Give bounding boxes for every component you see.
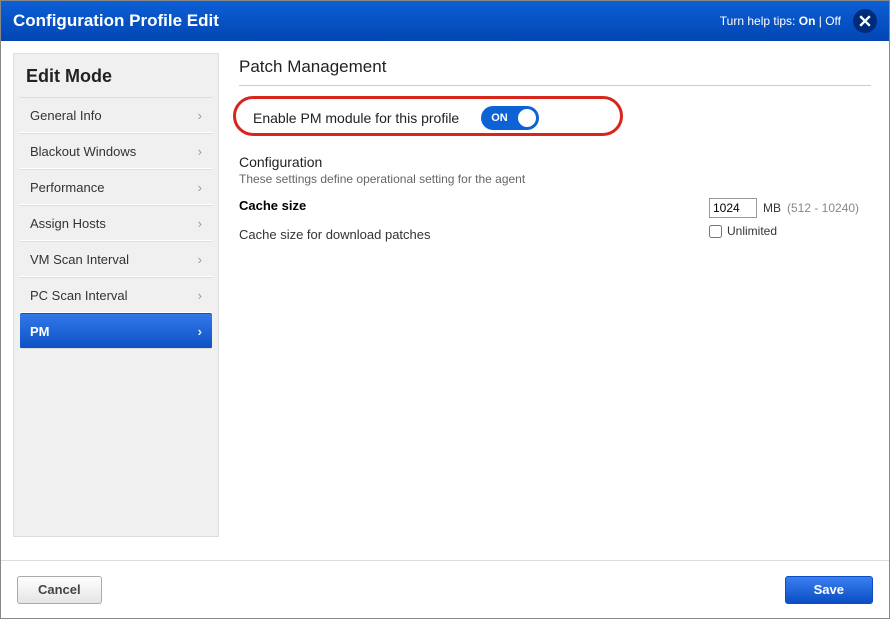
sidebar-item-label: VM Scan Interval — [30, 252, 129, 267]
unlimited-checkbox[interactable] — [709, 225, 722, 238]
chevron-right-icon: › — [198, 180, 202, 195]
cancel-button[interactable]: Cancel — [17, 576, 102, 604]
sidebar-item-label: Blackout Windows — [30, 144, 136, 159]
main-title: Patch Management — [239, 57, 871, 86]
cache-size-description: Cache size for download patches — [239, 227, 709, 242]
cache-size-label: Cache size — [239, 198, 709, 213]
unlimited-option[interactable]: Unlimited — [709, 224, 859, 238]
sidebar-item-vm-scan-interval[interactable]: VM Scan Interval › — [20, 241, 212, 277]
chevron-right-icon: › — [198, 108, 202, 123]
chevron-right-icon: › — [198, 324, 202, 339]
sidebar-item-performance[interactable]: Performance › — [20, 169, 212, 205]
enable-module-label: Enable PM module for this profile — [253, 110, 459, 126]
chevron-right-icon: › — [198, 252, 202, 267]
sidebar-item-label: PC Scan Interval — [30, 288, 128, 303]
cache-size-input[interactable] — [709, 198, 757, 218]
configuration-heading: Configuration — [239, 154, 871, 170]
sidebar-item-label: General Info — [30, 108, 102, 123]
enable-module-toggle[interactable]: ON — [481, 106, 539, 130]
enable-module-row: Enable PM module for this profile ON — [239, 100, 871, 136]
close-icon — [859, 15, 871, 27]
main-panel: Patch Management Enable PM module for th… — [233, 53, 877, 537]
cache-size-controls: MB (512 - 10240) Unlimited — [709, 198, 859, 238]
cache-size-unit: MB — [763, 201, 781, 215]
footer: Cancel Save — [1, 560, 889, 618]
sidebar-item-pc-scan-interval[interactable]: PC Scan Interval › — [20, 277, 212, 313]
sidebar-item-label: Performance — [30, 180, 104, 195]
titlebar-right: Turn help tips: On | Off — [720, 9, 877, 33]
sidebar-item-general-info[interactable]: General Info › — [20, 97, 212, 133]
configuration-subtext: These settings define operational settin… — [239, 172, 871, 186]
content: Edit Mode General Info › Blackout Window… — [1, 41, 889, 549]
sidebar-item-label: Assign Hosts — [30, 216, 106, 231]
save-button[interactable]: Save — [785, 576, 873, 604]
sidebar-item-blackout-windows[interactable]: Blackout Windows › — [20, 133, 212, 169]
sidebar-title: Edit Mode — [20, 64, 212, 97]
unlimited-label: Unlimited — [727, 224, 777, 238]
toggle-state-text: ON — [491, 112, 508, 124]
cache-size-range: (512 - 10240) — [787, 201, 859, 215]
sidebar-item-assign-hosts[interactable]: Assign Hosts › — [20, 205, 212, 241]
chevron-right-icon: › — [198, 216, 202, 231]
sidebar-item-label: PM — [30, 324, 50, 339]
help-tips-toggle[interactable]: Turn help tips: On | Off — [720, 14, 841, 28]
titlebar: Configuration Profile Edit Turn help tip… — [1, 1, 889, 41]
close-button[interactable] — [853, 9, 877, 33]
chevron-right-icon: › — [198, 288, 202, 303]
sidebar: Edit Mode General Info › Blackout Window… — [13, 53, 219, 537]
dialog-title: Configuration Profile Edit — [13, 11, 219, 31]
help-off[interactable]: Off — [825, 14, 841, 28]
sidebar-item-pm[interactable]: PM › — [20, 313, 212, 349]
chevron-right-icon: › — [198, 144, 202, 159]
cache-size-row: Cache size Cache size for download patch… — [239, 198, 871, 242]
toggle-knob — [518, 109, 536, 127]
help-on[interactable]: On — [799, 14, 816, 28]
